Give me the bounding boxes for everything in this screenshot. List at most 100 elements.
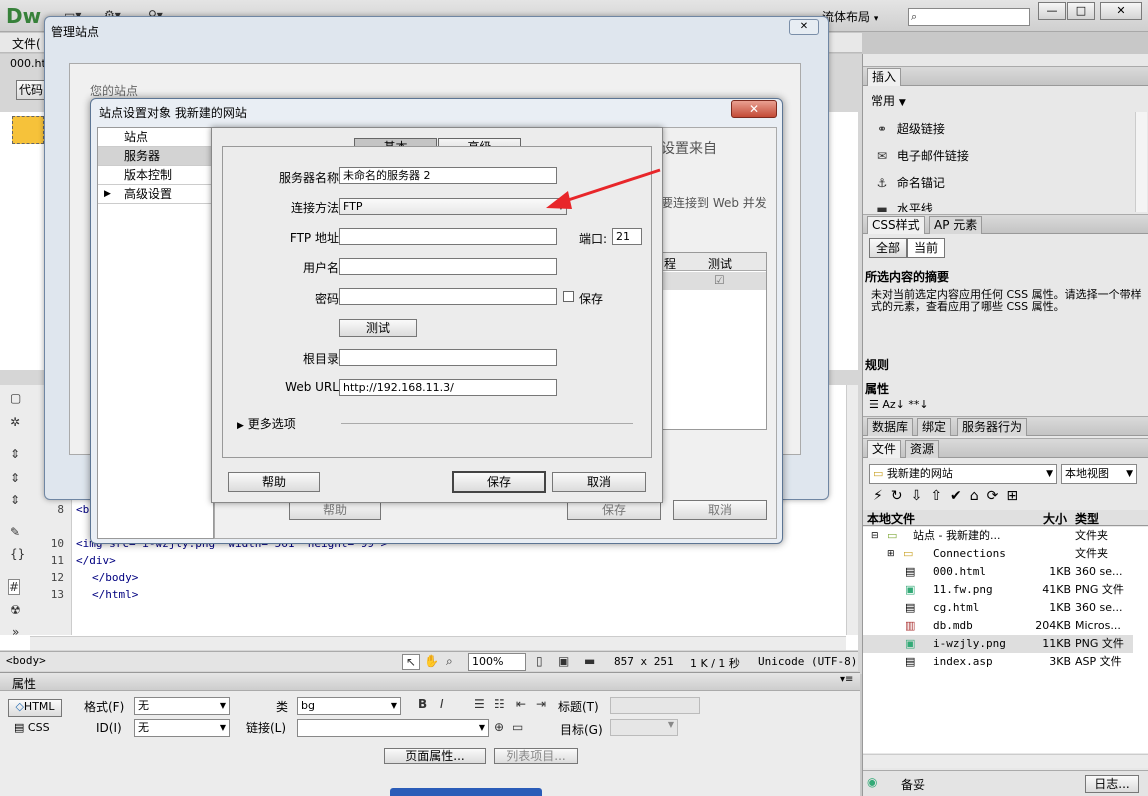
- test-button[interactable]: 测试: [339, 319, 417, 337]
- checkout-icon[interactable]: ✔: [950, 488, 970, 504]
- server-help-button[interactable]: 帮助: [228, 472, 320, 492]
- indent-icon[interactable]: ⇥: [536, 697, 546, 711]
- title-input[interactable]: [610, 697, 700, 714]
- insert-hyperlink[interactable]: ⚭ 超级链接: [871, 120, 945, 137]
- checkin-icon[interactable]: ⌂: [970, 488, 987, 504]
- ftp-address-input[interactable]: [339, 228, 557, 245]
- insert-named-anchor[interactable]: ⚓ 命名锚记: [871, 174, 945, 191]
- save-password-checkbox[interactable]: [563, 291, 574, 302]
- tab-files[interactable]: 文件: [867, 440, 902, 458]
- highlight-icon[interactable]: {}: [10, 547, 25, 561]
- refresh-icon[interactable]: ↻: [891, 488, 911, 504]
- ordered-list-icon[interactable]: ☷: [494, 697, 505, 711]
- tab-ap-elements[interactable]: AP 元素: [929, 216, 983, 234]
- code-line[interactable]: </html>: [92, 588, 138, 601]
- phone-size-icon[interactable]: ▯: [536, 654, 543, 668]
- connect-icon[interactable]: ⚡: [873, 488, 891, 504]
- more-tools-icon[interactable]: »: [12, 625, 19, 639]
- expand-icon[interactable]: ⇕: [10, 447, 20, 461]
- root-dir-input[interactable]: [339, 349, 557, 366]
- expand-icon[interactable]: ⊞: [1006, 488, 1026, 504]
- site-cancel-button[interactable]: 取消: [673, 500, 767, 520]
- alpha-view-icon[interactable]: Az↓: [882, 398, 905, 411]
- comment-icon[interactable]: #: [8, 579, 21, 595]
- bold-icon[interactable]: B: [418, 697, 427, 711]
- server-list-row[interactable]: ☑: [662, 272, 766, 290]
- file-row[interactable]: ▤ 000.html 1KB 360 se...: [863, 563, 1133, 581]
- set-props-icon[interactable]: **↓: [908, 398, 928, 411]
- tab-server-behaviors[interactable]: 服务器行为: [957, 418, 1028, 436]
- open-documents-icon[interactable]: ▢: [10, 391, 21, 405]
- code-line[interactable]: <b: [76, 503, 89, 516]
- link-input[interactable]: ▼: [297, 719, 489, 737]
- server-name-input[interactable]: 未命名的服务器 2: [339, 167, 557, 184]
- file-row[interactable]: ▣ 11.fw.png 41KB PNG 文件: [863, 581, 1133, 599]
- col-local-files[interactable]: 本地文件: [867, 510, 915, 527]
- code-line[interactable]: </div>: [76, 554, 116, 567]
- category-view-icon[interactable]: ☰: [869, 398, 879, 411]
- file-row[interactable]: ▤ index.asp 3KB ASP 文件: [863, 653, 1133, 671]
- browse-folder-icon[interactable]: ▭: [512, 720, 523, 734]
- file-row[interactable]: ⊟ ▭ 站点 - 我新建的... 文件夹: [863, 527, 1133, 545]
- zoom-select[interactable]: 100%: [468, 653, 526, 671]
- page-properties-button[interactable]: 页面属性...: [384, 748, 486, 764]
- log-button[interactable]: 日志...: [1085, 775, 1139, 793]
- tablet-size-icon[interactable]: ▣: [558, 654, 569, 668]
- outdent-icon[interactable]: ⇤: [516, 697, 526, 711]
- tag-selector[interactable]: <body>: [6, 654, 46, 667]
- site-select[interactable]: ▭ 我新建的网站 ▼: [869, 464, 1057, 484]
- minimize-button[interactable]: —: [1038, 2, 1066, 20]
- css-mode-button[interactable]: ▤ CSS: [14, 721, 50, 734]
- desktop-size-icon[interactable]: ▬: [584, 654, 595, 668]
- username-input[interactable]: [339, 258, 557, 275]
- search-input[interactable]: ⌕: [908, 8, 1030, 26]
- code-view-button[interactable]: 代码: [16, 80, 46, 100]
- col-size[interactable]: 大小: [1043, 510, 1067, 527]
- category-servers[interactable]: 服务器: [98, 147, 213, 166]
- insert-horizontal-rule[interactable]: ▬ 水平线: [871, 200, 933, 212]
- insert-email-link[interactable]: ✉ 电子邮件链接: [871, 147, 969, 164]
- line-numbers-icon[interactable]: ✎: [10, 525, 20, 539]
- select-parent-icon[interactable]: ⇕: [10, 471, 20, 485]
- italic-icon[interactable]: I: [440, 697, 444, 711]
- code-scrollbar[interactable]: [846, 385, 858, 635]
- tab-database[interactable]: 数据库: [867, 418, 914, 436]
- file-row[interactable]: ▤ cg.html 1KB 360 se...: [863, 599, 1133, 617]
- tab-css-styles[interactable]: CSS样式: [867, 216, 925, 234]
- password-input[interactable]: [339, 288, 557, 305]
- hand-tool-icon[interactable]: ✋: [424, 654, 439, 668]
- window-size[interactable]: 857 x 251: [614, 655, 674, 668]
- manage-close-button[interactable]: ✕: [789, 19, 819, 35]
- view-select[interactable]: 本地视图 ▼: [1061, 464, 1137, 484]
- workspace-switcher[interactable]: 流体布局 ▾: [822, 8, 878, 25]
- server-list[interactable]: 程 测试 ☑: [661, 252, 767, 430]
- class-select[interactable]: bg ▼: [297, 697, 401, 715]
- balance-braces-icon[interactable]: ⇕: [10, 493, 20, 507]
- code-line[interactable]: </body>: [92, 571, 138, 584]
- uncomment-icon[interactable]: ☢: [10, 603, 21, 617]
- web-url-input[interactable]: http://192.168.11.3/: [339, 379, 557, 396]
- file-row[interactable]: ⊞ ▭ Connections 文件夹: [863, 545, 1133, 563]
- document-tab[interactable]: 000.ht: [10, 57, 46, 70]
- file-row[interactable]: ▣ i-wzjly.png 11KB PNG 文件: [863, 635, 1133, 653]
- tab-insert[interactable]: 插入: [867, 68, 902, 86]
- list-items-button[interactable]: 列表项目...: [494, 748, 578, 764]
- server-save-button[interactable]: 保存: [452, 471, 546, 493]
- connect-method-select[interactable]: FTP ▼: [339, 198, 567, 215]
- get-icon[interactable]: ⇩: [911, 488, 931, 504]
- format-select[interactable]: 无 ▼: [134, 697, 230, 715]
- taskbar-item[interactable]: [390, 788, 542, 796]
- put-icon[interactable]: ⇧: [930, 488, 950, 504]
- sync-icon[interactable]: ⟳: [987, 488, 1007, 504]
- category-site[interactable]: 站点: [98, 128, 213, 147]
- file-row[interactable]: ▥ db.mdb 204KB Micros...: [863, 617, 1133, 635]
- point-to-file-icon[interactable]: ⊕: [494, 720, 504, 734]
- category-version-control[interactable]: 版本控制: [98, 166, 213, 185]
- col-type[interactable]: 类型: [1075, 510, 1099, 527]
- html-mode-button[interactable]: ◇HTML: [8, 699, 62, 717]
- panel-menu-icon[interactable]: ▾≡: [840, 674, 853, 685]
- maximize-button[interactable]: □: [1067, 2, 1095, 20]
- horizontal-scrollbar[interactable]: [30, 636, 846, 650]
- tab-assets[interactable]: 资源: [905, 440, 940, 458]
- more-options-toggle[interactable]: ▶ 更多选项: [237, 415, 296, 432]
